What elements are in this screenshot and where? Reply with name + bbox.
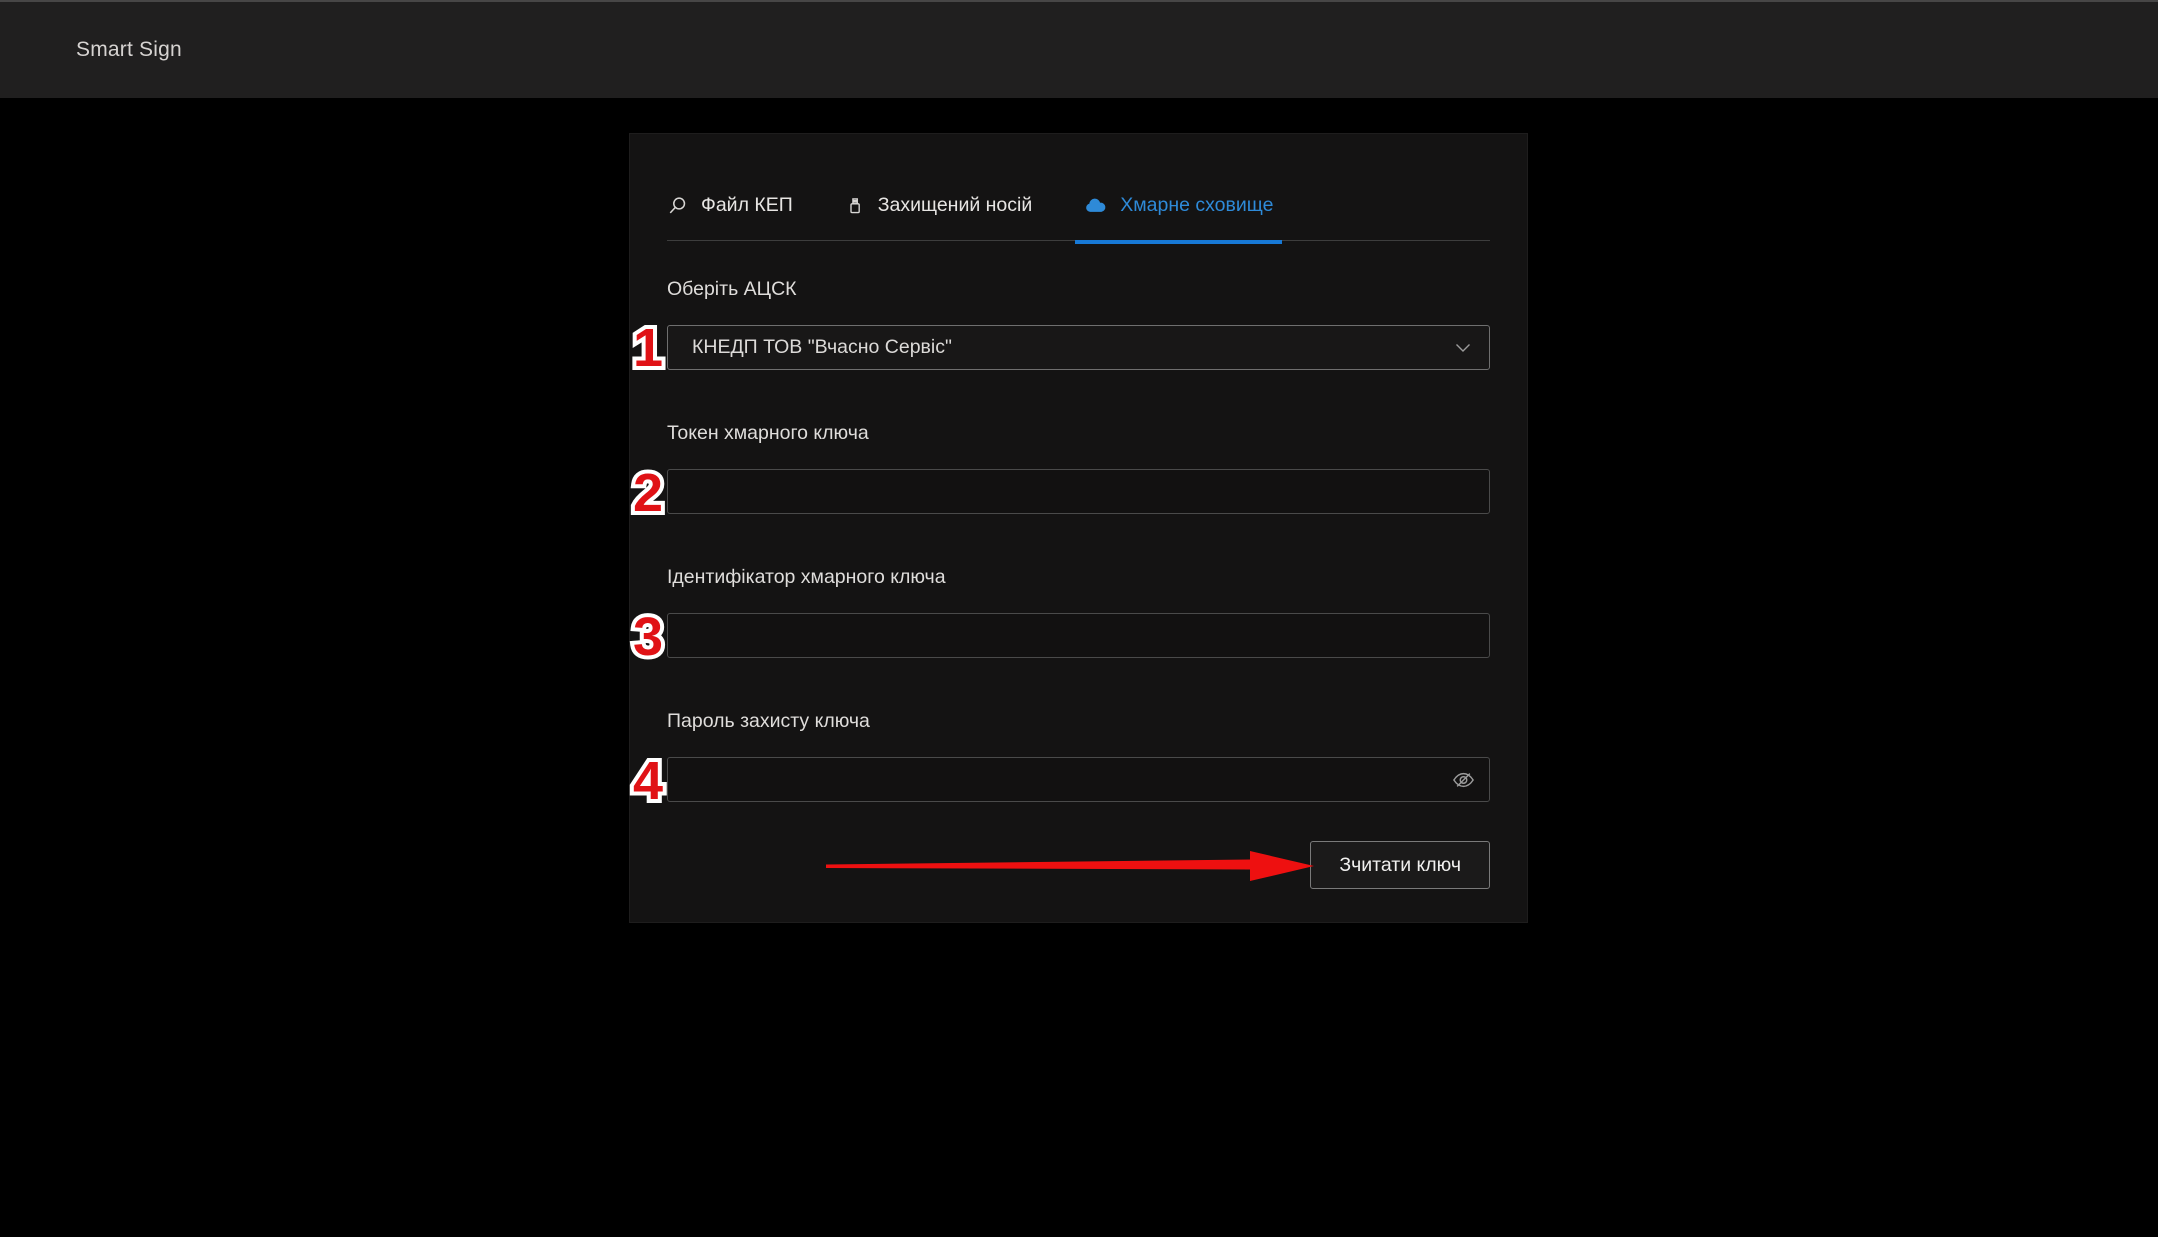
usb-drive-icon — [845, 195, 865, 217]
cloud-icon — [1084, 194, 1107, 217]
tab-secure-media-label: Захищений носій — [878, 194, 1033, 217]
app-title: Smart Sign — [76, 38, 182, 62]
acsk-select-value: КНЕДП ТОВ "Вчасно Сервіс" — [692, 336, 952, 359]
tab-bar: Файл КЕП Захищений носій — [667, 134, 1490, 241]
tab-cloud-storage[interactable]: Хмарне сховище — [1084, 194, 1273, 217]
chevron-down-icon — [1455, 343, 1471, 353]
token-input[interactable] — [667, 469, 1490, 514]
read-key-button[interactable]: Зчитати ключ — [1310, 841, 1490, 889]
key-id-label: Ідентифікатор хмарного ключа — [667, 565, 1490, 589]
tab-cloud-storage-label: Хмарне сховище — [1120, 194, 1273, 217]
tab-file-kep[interactable]: Файл КЕП — [667, 194, 793, 217]
toggle-password-visibility-button[interactable] — [1447, 763, 1480, 796]
acsk-label: Оберіть АЦСК — [667, 277, 1490, 301]
app-header: Smart Sign — [0, 0, 2158, 98]
magnifier-icon — [667, 195, 688, 217]
password-label: Пароль захисту ключа — [667, 709, 1490, 733]
password-input[interactable] — [667, 757, 1490, 802]
tab-secure-media[interactable]: Захищений носій — [845, 194, 1033, 217]
eye-off-icon — [1451, 767, 1476, 792]
key-read-card: Файл КЕП Захищений носій — [629, 133, 1528, 923]
tab-file-kep-label: Файл КЕП — [701, 194, 793, 217]
acsk-select[interactable]: КНЕДП ТОВ "Вчасно Сервіс" — [667, 325, 1490, 370]
key-id-input[interactable] — [667, 613, 1490, 658]
token-label: Токен хмарного ключа — [667, 421, 1490, 445]
